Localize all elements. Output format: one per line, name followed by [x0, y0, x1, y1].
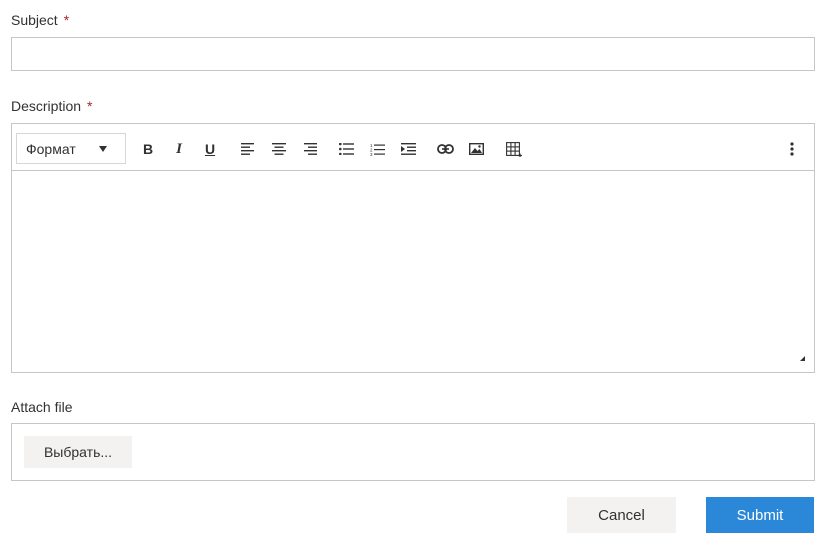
align-center-button[interactable] — [268, 138, 290, 160]
align-right-icon — [304, 143, 317, 155]
italic-button[interactable]: I — [168, 138, 190, 160]
align-left-button[interactable] — [237, 138, 259, 160]
insert-image-button[interactable] — [465, 138, 487, 160]
bold-button[interactable]: B — [137, 138, 159, 160]
bulleted-list-button[interactable] — [335, 138, 357, 160]
numbered-list-button[interactable]: 1 2 3 — [366, 138, 388, 160]
table-icon — [506, 141, 522, 157]
insert-link-button[interactable] — [434, 138, 456, 160]
underline-icon: U — [204, 141, 216, 157]
more-options-button[interactable] — [781, 138, 803, 160]
description-label: Description * — [11, 98, 92, 114]
underline-button[interactable]: U — [199, 138, 221, 160]
more-vertical-icon — [790, 142, 794, 156]
choose-file-button[interactable]: Выбрать... — [24, 436, 132, 468]
format-dropdown[interactable]: Формат — [16, 133, 126, 164]
svg-text:3: 3 — [370, 152, 373, 156]
attach-file-box: Выбрать... — [11, 423, 815, 481]
description-editor-area[interactable] — [12, 171, 814, 372]
attach-file-label: Attach file — [11, 399, 73, 415]
submit-button[interactable]: Submit — [706, 497, 814, 533]
insert-table-button[interactable] — [503, 138, 525, 160]
link-icon — [436, 144, 454, 154]
description-label-text: Description — [11, 98, 82, 114]
indent-button[interactable] — [397, 138, 419, 160]
subject-input[interactable] — [11, 37, 815, 71]
bold-icon: B — [142, 141, 154, 157]
align-right-button[interactable] — [299, 138, 321, 160]
subject-label: Subject * — [11, 12, 69, 28]
editor-toolbar: Формат B I U 1 2 3 — [12, 124, 814, 171]
image-icon — [468, 143, 484, 155]
bulleted-list-icon — [338, 143, 354, 155]
align-left-icon — [241, 143, 254, 155]
subject-required-mark: * — [63, 12, 70, 28]
format-dropdown-label: Формат — [26, 141, 76, 157]
rich-text-editor: Формат B I U 1 2 3 — [11, 123, 815, 373]
indent-icon — [400, 143, 416, 155]
italic-icon: I — [176, 141, 182, 157]
cancel-button[interactable]: Cancel — [567, 497, 676, 533]
resize-grip-icon[interactable] — [800, 356, 805, 361]
align-center-icon — [272, 143, 286, 155]
description-required-mark: * — [87, 98, 93, 114]
numbered-list-icon: 1 2 3 — [370, 143, 385, 156]
subject-label-text: Subject — [11, 12, 58, 28]
chevron-down-icon — [99, 146, 107, 152]
